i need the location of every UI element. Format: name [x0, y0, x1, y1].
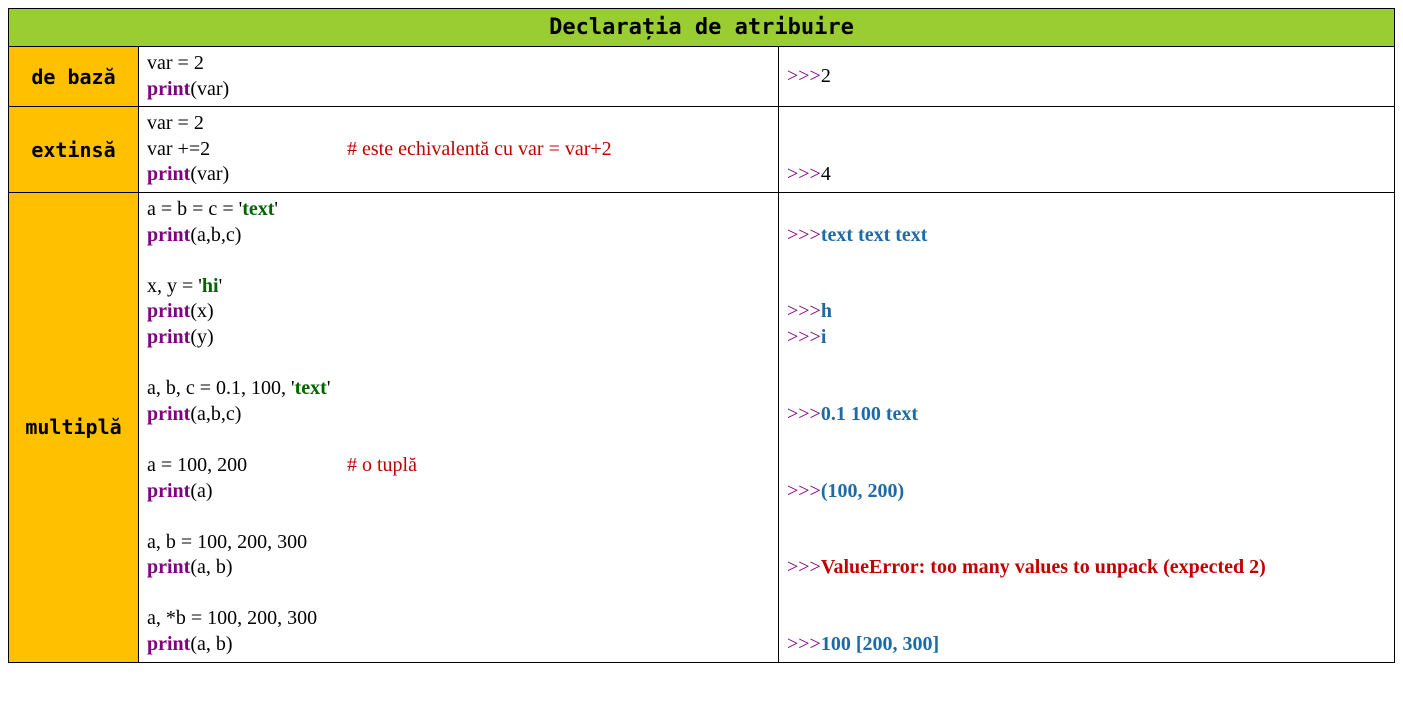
table-title: Declarația de atribuire [9, 9, 1395, 47]
code-line: a, b = 100, 200, 300 [147, 530, 770, 556]
code-line: var = 2 [147, 111, 770, 137]
code-line: print(a,b,c) [147, 402, 770, 428]
output-line: >>>2 [787, 64, 1386, 90]
output-line: >>>h [787, 299, 1386, 325]
code-cell-basic: var = 2 print(var) [139, 47, 779, 107]
blank-line [787, 504, 1386, 530]
code-line: print(x) [147, 299, 770, 325]
row-label-multiple: multiplă [9, 192, 139, 662]
output-line: >>>text text text [787, 223, 1386, 249]
blank-line [147, 427, 770, 453]
code-line: print(var) [147, 162, 770, 188]
table-row: de bază var = 2 print(var) >>>2 [9, 47, 1395, 107]
code-line: print(var) [147, 77, 770, 103]
code-line: a = 100, 200# o tuplă [147, 453, 770, 479]
output-line: >>>ValueError: too many values to unpack… [787, 555, 1386, 581]
table-row: extinsă var = 2 var +=2# este echivalent… [9, 107, 1395, 193]
output-line: >>>i [787, 325, 1386, 351]
blank-line [787, 376, 1386, 402]
blank-line [787, 530, 1386, 556]
code-line: print(y) [147, 325, 770, 351]
blank-line [787, 248, 1386, 274]
blank-line [147, 581, 770, 607]
output-line: >>>4 [787, 162, 1386, 188]
output-cell-multiple: >>>text text text >>>h >>>i >>>0.1 100 t… [779, 192, 1395, 662]
code-line: var = 2 [147, 51, 770, 77]
output-line: >>>(100, 200) [787, 479, 1386, 505]
blank-line [787, 197, 1386, 223]
row-label-basic: de bază [9, 47, 139, 107]
row-label-extended: extinsă [9, 107, 139, 193]
output-cell-extended: >>>4 [779, 107, 1395, 193]
blank-line [147, 504, 770, 530]
code-line: x, y = 'hi' [147, 274, 770, 300]
code-line: a = b = c = 'text' [147, 197, 770, 223]
output-cell-basic: >>>2 [779, 47, 1395, 107]
code-line: var +=2# este echivalentă cu var = var+2 [147, 137, 770, 163]
blank-line [787, 351, 1386, 377]
blank-line [147, 351, 770, 377]
code-line: print(a, b) [147, 555, 770, 581]
blank-line [787, 581, 1386, 607]
header-row: Declarația de atribuire [9, 9, 1395, 47]
code-line: print(a, b) [147, 632, 770, 658]
code-line: print(a) [147, 479, 770, 505]
blank-line [787, 606, 1386, 632]
blank-line [147, 248, 770, 274]
code-line: a, b, c = 0.1, 100, 'text' [147, 376, 770, 402]
code-cell-extended: var = 2 var +=2# este echivalentă cu var… [139, 107, 779, 193]
blank-line [787, 453, 1386, 479]
output-line: >>>0.1 100 text [787, 402, 1386, 428]
code-cell-multiple: a = b = c = 'text' print(a,b,c) x, y = '… [139, 192, 779, 662]
code-line: print(a,b,c) [147, 223, 770, 249]
assignment-table: Declarația de atribuire de bază var = 2 … [8, 8, 1395, 663]
output-line: >>>100 [200, 300] [787, 632, 1386, 658]
blank-line [787, 427, 1386, 453]
code-line: a, *b = 100, 200, 300 [147, 606, 770, 632]
table-row: multiplă a = b = c = 'text' print(a,b,c)… [9, 192, 1395, 662]
blank-line [787, 274, 1386, 300]
